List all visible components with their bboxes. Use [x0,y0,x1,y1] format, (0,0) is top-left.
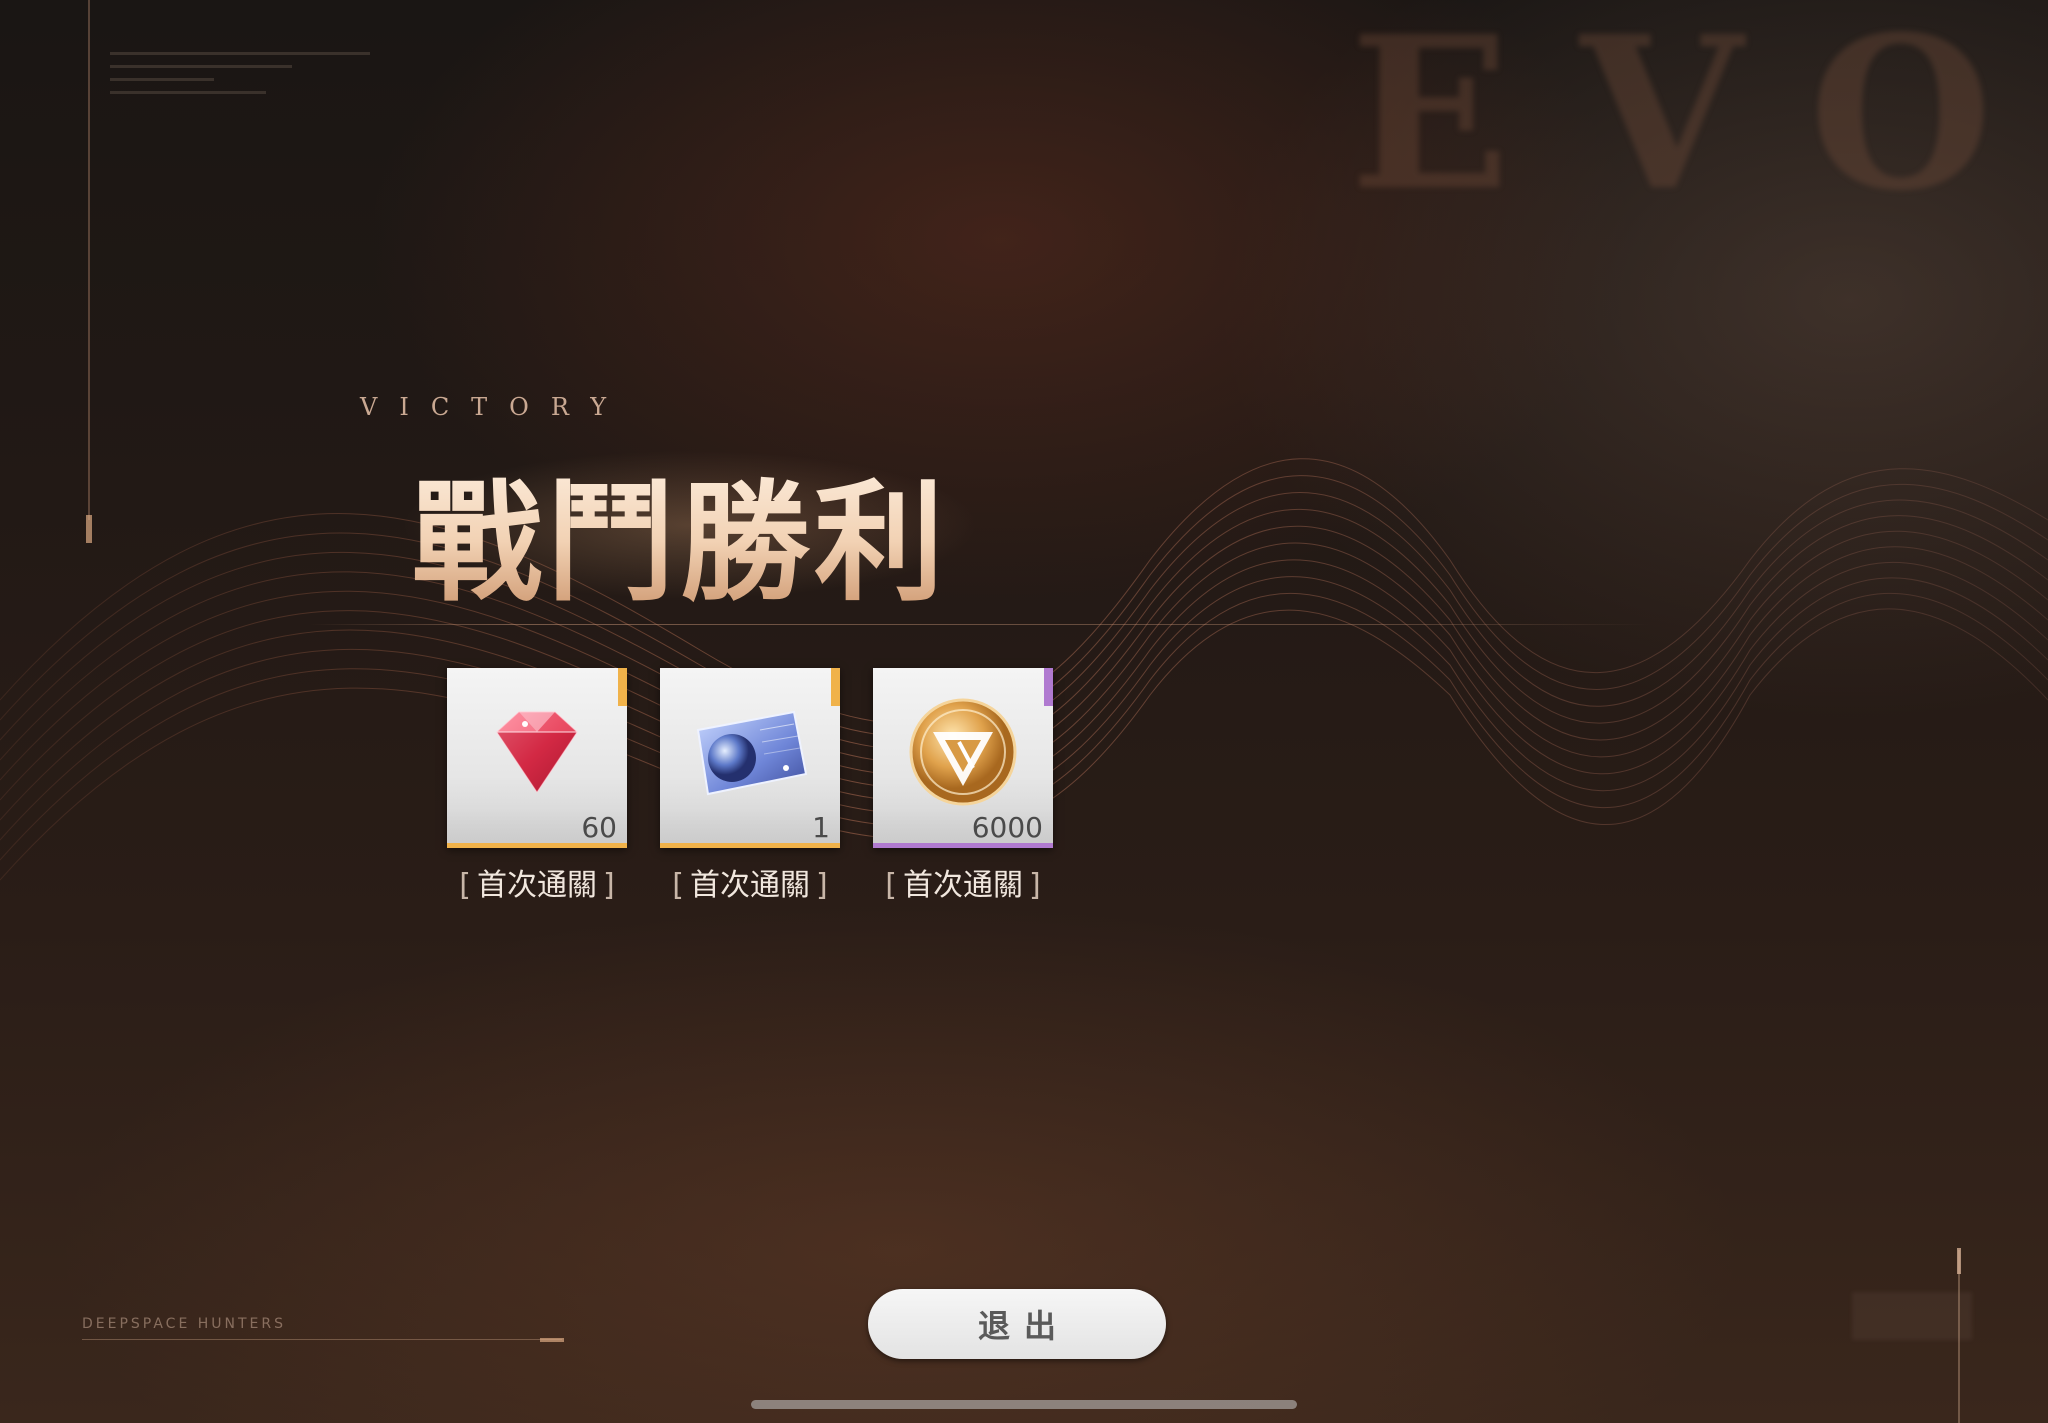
victory-title: 戰鬥勝利 [412,438,948,626]
reward-count: 60 [581,811,617,844]
home-indicator[interactable] [751,1400,1297,1409]
rarity-bar [447,843,627,848]
reward-card[interactable]: 1 [660,668,840,848]
reward-card[interactable]: 6000 [873,668,1053,848]
planet-ticket-icon [696,710,808,796]
exit-button-label: 退出 [977,1307,1070,1345]
gem-icon [496,711,578,793]
rarity-bar [660,843,840,848]
background-word: EVOL [1350,0,2048,237]
title-divider [310,624,1650,625]
reward-count: 6000 [971,811,1043,844]
gold-coin-icon [909,698,1017,806]
hud-corner-block [1852,1292,1972,1340]
reward-label: [首次通關] [885,868,1041,903]
rarity-tag [618,668,627,706]
right-rail-line [1958,1250,1960,1423]
left-rail-tick [86,515,92,543]
footer-caption: DEEPSPACE HUNTERS [82,1316,287,1332]
reward-card[interactable]: 60 [447,668,627,848]
reward-label: [首次通關] [672,868,828,903]
victory-screen: EVOL VICTORY 戰鬥勝利 [0,0,2048,1423]
hud-fine-print [110,52,370,104]
rarity-bar [873,843,1053,848]
victory-subtitle: VICTORY [360,393,629,421]
exit-button[interactable]: 退出 [868,1289,1166,1359]
reward-label: [首次通關] [459,868,615,903]
footer-tick [540,1338,564,1342]
rarity-tag [1044,668,1053,706]
rarity-tag [831,668,840,706]
footer-line [82,1339,562,1340]
left-rail-line [88,0,90,520]
right-rail-tick [1957,1248,1961,1274]
reward-count: 1 [812,811,830,844]
